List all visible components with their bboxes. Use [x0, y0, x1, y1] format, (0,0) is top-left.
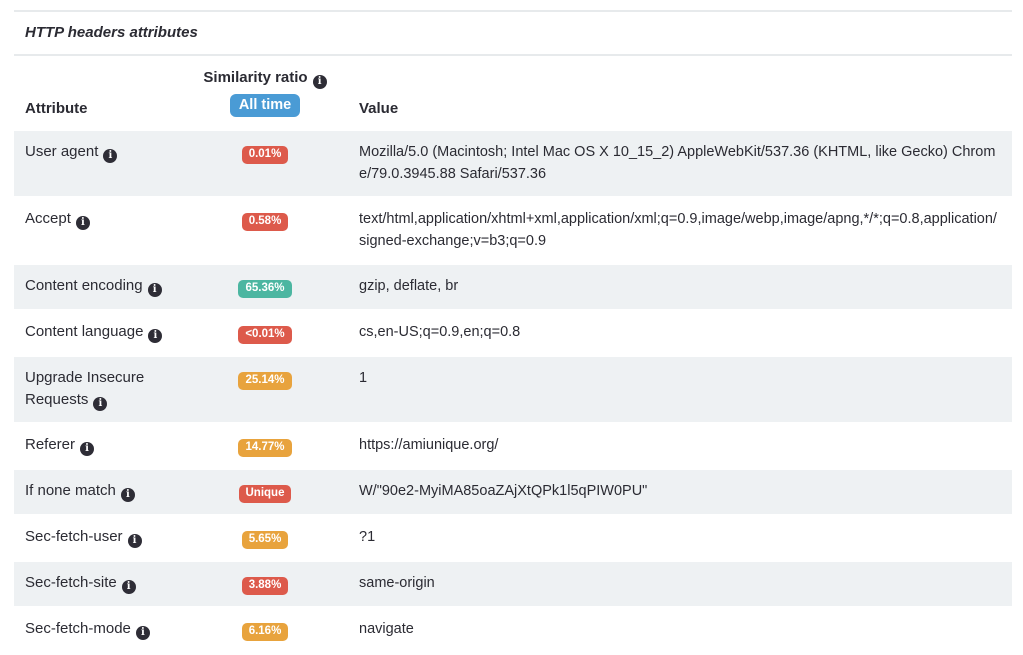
- column-header-attribute: Attribute: [14, 100, 200, 117]
- similarity-ratio-badge: 14.77%: [238, 439, 291, 457]
- attribute-info-icon[interactable]: [122, 580, 136, 594]
- attribute-cell: Sec-fetch-mode: [14, 618, 200, 640]
- attribute-info-icon[interactable]: [121, 488, 135, 502]
- value-cell: W/"90e2-MyiMA85oaZAjXtQPk1l5qPIW0PU": [330, 480, 1012, 502]
- table-row: Sec-fetch-user 5.65% ?1: [14, 514, 1012, 560]
- panel-title: HTTP headers attributes: [25, 24, 198, 41]
- value-cell: https://amiunique.org/: [330, 434, 1012, 456]
- similarity-ratio-label: Similarity ratio: [203, 69, 326, 86]
- value-cell: 1: [330, 367, 1012, 389]
- ratio-cell: 0.58%: [200, 208, 330, 231]
- table-row: User agent 0.01% Mozilla/5.0 (Macintosh;…: [14, 129, 1012, 196]
- table-row: Content encoding 65.36% gzip, deflate, b…: [14, 263, 1012, 309]
- attribute-label: Sec-fetch-mode: [25, 620, 131, 637]
- value-cell: cs,en-US;q=0.9,en;q=0.8: [330, 321, 1012, 343]
- all-time-button[interactable]: All time: [230, 94, 300, 117]
- attribute-cell: Content encoding: [14, 275, 200, 297]
- column-header-similarity: Similarity ratio All time: [200, 69, 330, 117]
- ratio-cell: 5.65%: [200, 526, 330, 549]
- attribute-label: Sec-fetch-user: [25, 528, 123, 545]
- attribute-label: User agent: [25, 143, 98, 160]
- ratio-cell: 6.16%: [200, 618, 330, 641]
- value-cell: gzip, deflate, br: [330, 275, 1012, 297]
- table-row: Referer 14.77% https://amiunique.org/: [14, 422, 1012, 468]
- table-row: Content language <0.01% cs,en-US;q=0.9,e…: [14, 309, 1012, 355]
- attribute-label: Referer: [25, 436, 75, 453]
- value-cell: same-origin: [330, 572, 1012, 594]
- attribute-info-icon[interactable]: [148, 329, 162, 343]
- attributes-table: User agent 0.01% Mozilla/5.0 (Macintosh;…: [14, 129, 1012, 652]
- similarity-ratio-badge: 0.58%: [242, 213, 289, 231]
- attribute-cell: Referer: [14, 434, 200, 456]
- table-row: If none match Unique W/"90e2-MyiMA85oaZA…: [14, 468, 1012, 514]
- similarity-ratio-badge: 6.16%: [242, 623, 289, 641]
- value-cell: Mozilla/5.0 (Macintosh; Intel Mac OS X 1…: [330, 141, 1012, 185]
- attribute-info-icon[interactable]: [148, 283, 162, 297]
- attribute-label: Sec-fetch-site: [25, 574, 117, 591]
- attribute-cell: Sec-fetch-user: [14, 526, 200, 548]
- attribute-cell: If none match: [14, 480, 200, 502]
- column-header-value: Value: [330, 100, 1012, 117]
- similarity-ratio-badge: Unique: [239, 485, 292, 503]
- value-cell: navigate: [330, 618, 1012, 640]
- attribute-cell: User agent: [14, 141, 200, 163]
- similarity-ratio-badge: 5.65%: [242, 531, 289, 549]
- ratio-cell: 65.36%: [200, 275, 330, 298]
- attribute-label: Accept: [25, 210, 71, 227]
- similarity-ratio-badge: 3.88%: [242, 577, 289, 595]
- similarity-ratio-badge: 65.36%: [238, 280, 291, 298]
- value-cell: ?1: [330, 526, 1012, 548]
- table-row: Accept 0.58% text/html,application/xhtml…: [14, 196, 1012, 263]
- ratio-cell: <0.01%: [200, 321, 330, 344]
- ratio-cell: 14.77%: [200, 434, 330, 457]
- similarity-ratio-info-icon[interactable]: [313, 75, 327, 89]
- value-cell: text/html,application/xhtml+xml,applicat…: [330, 208, 1012, 252]
- similarity-ratio-badge: <0.01%: [238, 326, 291, 344]
- attribute-label: If none match: [25, 482, 116, 499]
- attribute-info-icon[interactable]: [76, 216, 90, 230]
- table-row: Sec-fetch-site 3.88% same-origin: [14, 560, 1012, 606]
- table-row: Upgrade Insecure Requests 25.14% 1: [14, 355, 1012, 422]
- ratio-cell: 0.01%: [200, 141, 330, 164]
- attribute-info-icon[interactable]: [93, 397, 107, 411]
- table-header: Attribute Similarity ratio All time Valu…: [14, 56, 1012, 129]
- attribute-label: Content language: [25, 323, 143, 340]
- attribute-cell: Upgrade Insecure Requests: [14, 367, 200, 411]
- ratio-cell: Unique: [200, 480, 330, 503]
- similarity-ratio-badge: 0.01%: [242, 146, 289, 164]
- attribute-label: Upgrade Insecure Requests: [25, 369, 144, 408]
- attribute-cell: Sec-fetch-site: [14, 572, 200, 594]
- http-headers-panel: HTTP headers attributes Attribute Simila…: [14, 10, 1012, 652]
- table-row: Sec-fetch-mode 6.16% navigate: [14, 606, 1012, 652]
- attribute-cell: Accept: [14, 208, 200, 230]
- panel-title-bar: HTTP headers attributes: [14, 10, 1012, 56]
- attribute-info-icon[interactable]: [136, 626, 150, 640]
- attribute-cell: Content language: [14, 321, 200, 343]
- attribute-label: Content encoding: [25, 277, 143, 294]
- ratio-cell: 3.88%: [200, 572, 330, 595]
- similarity-ratio-badge: 25.14%: [238, 372, 291, 390]
- attribute-info-icon[interactable]: [128, 534, 142, 548]
- attribute-info-icon[interactable]: [80, 442, 94, 456]
- ratio-cell: 25.14%: [200, 367, 330, 390]
- attribute-info-icon[interactable]: [103, 149, 117, 163]
